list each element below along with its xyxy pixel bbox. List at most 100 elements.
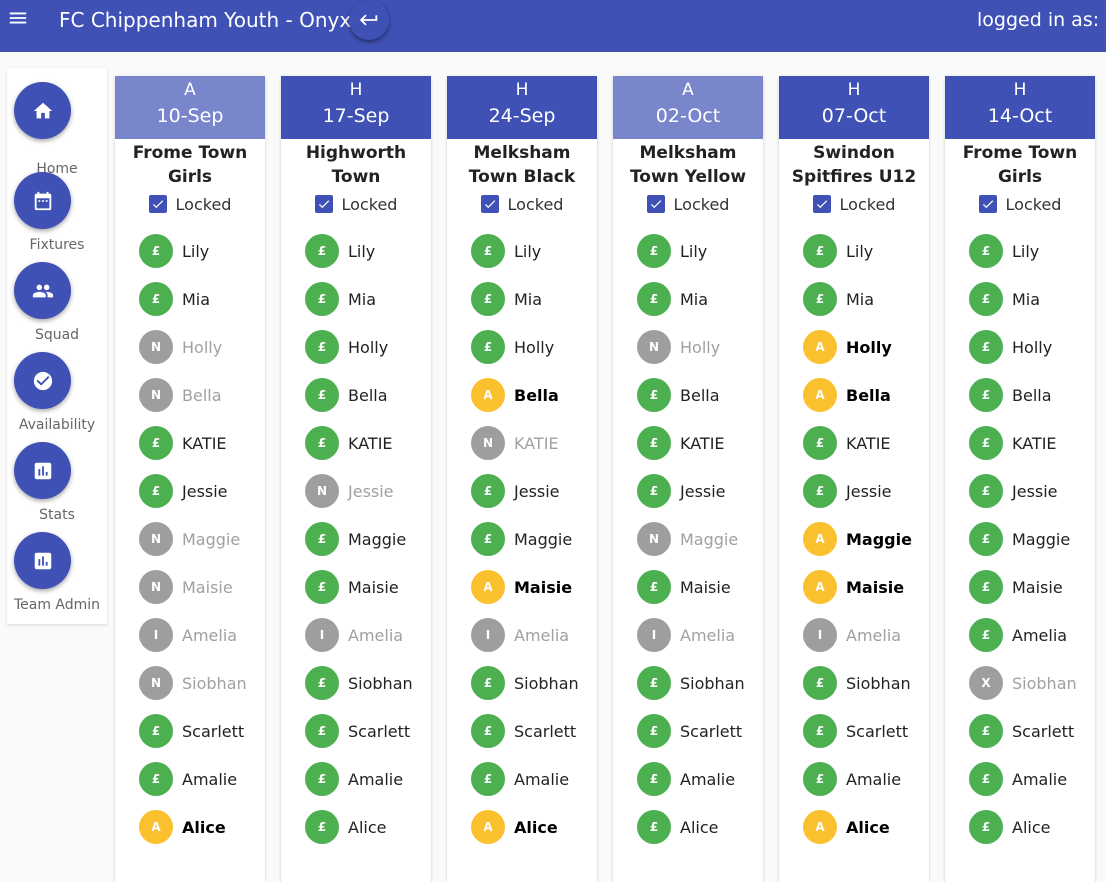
player-row[interactable]: £ Jessie (637, 467, 763, 515)
player-row[interactable]: £ Scarlett (969, 707, 1095, 755)
player-status-badge[interactable]: £ (471, 762, 505, 796)
player-status-badge[interactable]: N (637, 522, 671, 556)
player-status-badge[interactable]: £ (471, 282, 505, 316)
player-status-badge[interactable]: £ (969, 762, 1003, 796)
player-status-badge[interactable]: £ (139, 714, 173, 748)
squad-button[interactable] (14, 262, 71, 319)
player-row[interactable]: £ Holly (305, 323, 431, 371)
locked-checkbox[interactable] (314, 195, 333, 213)
player-row[interactable]: £ Lily (637, 227, 763, 275)
player-row[interactable]: N Maisie (139, 563, 265, 611)
player-row[interactable]: £ Amalie (305, 755, 431, 803)
availability-button[interactable] (14, 352, 71, 409)
fixture-header[interactable]: A 02-Oct (613, 76, 763, 139)
fixture-header[interactable]: A 10-Sep (115, 76, 265, 139)
player-status-badge[interactable]: I (305, 618, 339, 652)
player-status-badge[interactable]: £ (803, 474, 837, 508)
player-row[interactable]: £ Mia (637, 275, 763, 323)
player-status-badge[interactable]: X (969, 666, 1003, 700)
player-row[interactable]: I Amelia (803, 611, 929, 659)
locked-checkbox[interactable] (646, 195, 665, 213)
player-row[interactable]: £ Amelia (969, 611, 1095, 659)
player-row[interactable]: A Maisie (471, 563, 597, 611)
team-admin-button[interactable] (14, 532, 71, 589)
player-status-badge[interactable]: £ (637, 474, 671, 508)
player-status-badge[interactable]: £ (305, 570, 339, 604)
player-status-badge[interactable]: £ (637, 570, 671, 604)
back-button[interactable] (349, 0, 389, 40)
player-status-badge[interactable]: £ (969, 234, 1003, 268)
player-row[interactable]: £ Lily (139, 227, 265, 275)
player-status-badge[interactable]: A (803, 570, 837, 604)
player-row[interactable]: A Alice (139, 803, 265, 851)
player-status-badge[interactable]: I (803, 618, 837, 652)
player-row[interactable]: £ Mia (139, 275, 265, 323)
player-status-badge[interactable]: £ (471, 522, 505, 556)
player-status-badge[interactable]: £ (803, 282, 837, 316)
player-row[interactable]: A Maggie (803, 515, 929, 563)
player-status-badge[interactable]: £ (139, 282, 173, 316)
player-status-badge[interactable]: £ (637, 762, 671, 796)
player-status-badge[interactable]: £ (139, 762, 173, 796)
player-status-badge[interactable]: £ (969, 714, 1003, 748)
player-row[interactable]: A Holly (803, 323, 929, 371)
player-status-badge[interactable]: A (803, 378, 837, 412)
player-row[interactable]: £ Lily (969, 227, 1095, 275)
player-row[interactable]: £ KATIE (305, 419, 431, 467)
menu-button[interactable] (2, 2, 34, 34)
player-status-badge[interactable]: A (471, 570, 505, 604)
player-row[interactable]: £ Scarlett (637, 707, 763, 755)
player-row[interactable]: £ Holly (471, 323, 597, 371)
player-row[interactable]: £ Maggie (305, 515, 431, 563)
player-row[interactable]: £ KATIE (139, 419, 265, 467)
player-status-badge[interactable]: N (305, 474, 339, 508)
player-status-badge[interactable]: N (139, 522, 173, 556)
locked-checkbox[interactable] (978, 195, 997, 213)
player-status-badge[interactable]: £ (637, 378, 671, 412)
player-row[interactable]: £ Lily (471, 227, 597, 275)
player-status-badge[interactable]: N (637, 330, 671, 364)
player-status-badge[interactable]: N (139, 378, 173, 412)
player-row[interactable]: £ Bella (305, 371, 431, 419)
nav-item-team-admin[interactable]: Team Admin (7, 532, 107, 622)
player-row[interactable]: £ KATIE (637, 419, 763, 467)
player-status-badge[interactable]: £ (803, 426, 837, 460)
player-status-badge[interactable]: £ (803, 714, 837, 748)
player-status-badge[interactable]: £ (139, 234, 173, 268)
player-row[interactable]: £ Jessie (471, 467, 597, 515)
player-status-badge[interactable]: I (637, 618, 671, 652)
player-row[interactable]: £ Jessie (803, 467, 929, 515)
player-row[interactable]: N Jessie (305, 467, 431, 515)
player-status-badge[interactable]: £ (305, 810, 339, 844)
player-status-badge[interactable]: £ (803, 666, 837, 700)
player-status-badge[interactable]: A (471, 810, 505, 844)
player-status-badge[interactable]: £ (471, 666, 505, 700)
player-status-badge[interactable]: £ (305, 282, 339, 316)
player-status-badge[interactable]: £ (969, 426, 1003, 460)
nav-item-home[interactable]: Home (7, 82, 107, 177)
player-row[interactable]: £ Maisie (305, 563, 431, 611)
player-status-badge[interactable]: A (803, 522, 837, 556)
stats-button[interactable] (14, 442, 71, 499)
locked-checkbox-row[interactable]: Locked (613, 192, 763, 216)
player-status-badge[interactable]: £ (139, 426, 173, 460)
player-status-badge[interactable]: £ (305, 378, 339, 412)
player-status-badge[interactable]: N (139, 666, 173, 700)
player-row[interactable]: N Holly (637, 323, 763, 371)
player-status-badge[interactable]: £ (969, 474, 1003, 508)
player-row[interactable]: £ Maisie (969, 563, 1095, 611)
player-row[interactable]: £ Alice (969, 803, 1095, 851)
player-row[interactable]: £ KATIE (803, 419, 929, 467)
player-row[interactable]: £ Mia (305, 275, 431, 323)
player-row[interactable]: I Amelia (305, 611, 431, 659)
player-row[interactable]: £ Bella (637, 371, 763, 419)
nav-item-fixtures[interactable]: Fixtures (7, 172, 107, 262)
player-status-badge[interactable]: £ (969, 810, 1003, 844)
player-row[interactable]: £ Jessie (139, 467, 265, 515)
player-row[interactable]: N Holly (139, 323, 265, 371)
player-status-badge[interactable]: £ (305, 522, 339, 556)
player-status-badge[interactable]: £ (969, 522, 1003, 556)
locked-checkbox-row[interactable]: Locked (281, 192, 431, 216)
locked-checkbox[interactable] (812, 195, 831, 213)
player-row[interactable]: £ Amalie (637, 755, 763, 803)
